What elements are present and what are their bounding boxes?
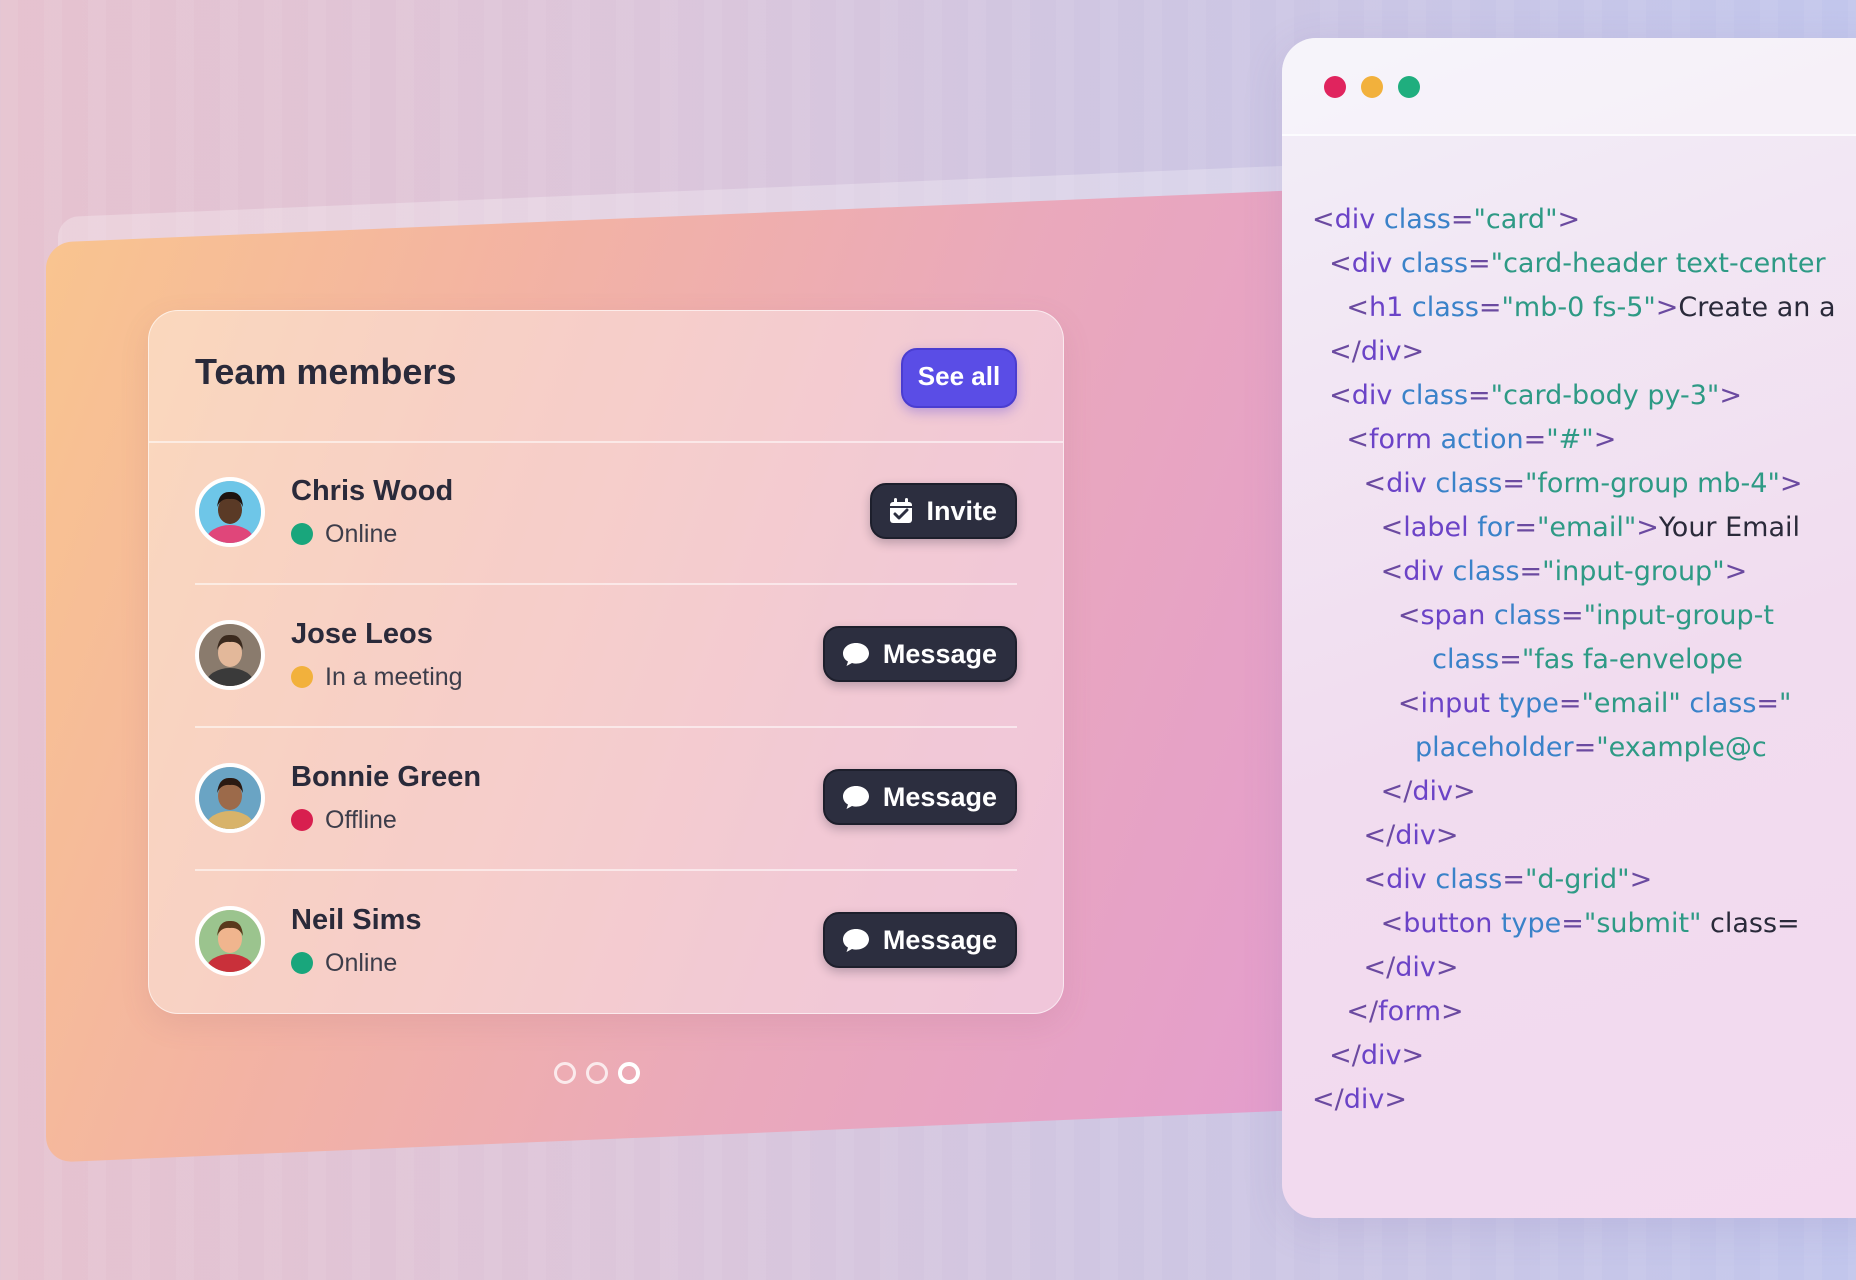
code-line: <button type="submit" class= [1380, 908, 1800, 939]
message-button[interactable]: Message [822, 912, 1017, 968]
code-line: <form action="#"> [1346, 424, 1617, 455]
chat-bubble-icon [841, 783, 871, 811]
code-line: <div class="input-group"> [1380, 556, 1748, 587]
code-line: placeholder="example@c [1415, 732, 1767, 763]
carousel-dot[interactable] [618, 1062, 640, 1084]
member-status: Online [325, 949, 398, 977]
code-line: <div class="card"> [1312, 204, 1581, 235]
button-label: Invite [926, 496, 997, 526]
code-line: class="fas fa-envelope [1432, 644, 1743, 675]
code-line: <div class="d-grid"> [1363, 864, 1653, 895]
status-dot-icon [291, 666, 313, 688]
team-members-card: Team members See all Chris Wood Online Inv… [148, 310, 1064, 1014]
member-status: Online [325, 520, 398, 548]
close-traffic-light[interactable] [1324, 76, 1346, 98]
code-window-titlebar [1282, 38, 1856, 136]
message-button[interactable]: Message [822, 769, 1017, 825]
status-dot-icon [291, 952, 313, 974]
avatar [195, 763, 265, 833]
member-name: Jose Leos [291, 618, 433, 650]
code-line: <label for="email">Your Email [1380, 512, 1801, 543]
carousel-dot[interactable] [586, 1062, 608, 1084]
invite-button[interactable]: Invite [870, 483, 1017, 539]
code-line: </div> [1329, 336, 1425, 367]
member-status: In a meeting [325, 663, 463, 691]
carousel-dot[interactable] [554, 1062, 576, 1084]
minimize-traffic-light[interactable] [1361, 76, 1383, 98]
status-dot-icon [291, 809, 313, 831]
code-line: <div class="card-body py-3"> [1329, 380, 1742, 411]
avatar [195, 906, 265, 976]
card-title: Team members [195, 351, 457, 392]
button-label: Message [882, 925, 997, 955]
button-label: Message [882, 782, 997, 812]
member-status: Offline [325, 806, 397, 834]
avatar [195, 620, 265, 690]
code-window: <div class="card"> <div class="card-head… [1282, 38, 1856, 1218]
code-line: </div> [1312, 1084, 1407, 1115]
maximize-traffic-light[interactable] [1398, 76, 1420, 98]
member-name: Bonnie Green [291, 761, 482, 793]
code-line: </form> [1346, 996, 1464, 1027]
code-line: </div> [1380, 776, 1476, 807]
see-all-button[interactable]: See all [901, 348, 1017, 408]
carousel-indicators [554, 1062, 640, 1084]
member-row: Bonnie Green Offline Message [195, 727, 1017, 871]
code-snippet: <div class="card"> <div class="card-head… [1312, 198, 1836, 1122]
code-line: <span class="input-group-t [1397, 600, 1774, 631]
member-row: Jose Leos In a meeting Message [195, 584, 1017, 728]
code-line: </div> [1329, 1040, 1425, 1071]
card-header: Team members See all [149, 311, 1063, 443]
member-name: Neil Sims [291, 904, 422, 936]
code-line: </div> [1363, 820, 1459, 851]
chat-bubble-icon [841, 640, 871, 668]
button-label: Message [882, 639, 997, 669]
avatar [195, 477, 265, 547]
member-row: Chris Wood Online Invite [195, 441, 1017, 585]
member-row: Neil Sims Online Message [195, 870, 1017, 1012]
status-dot-icon [291, 523, 313, 545]
chat-bubble-icon [841, 926, 871, 954]
code-line: <h1 class="mb-0 fs-5">Create an a [1346, 292, 1836, 323]
code-line: <div class="form-group mb-4"> [1363, 468, 1803, 499]
code-line: <input type="email" class=" [1397, 688, 1792, 719]
code-line: <div class="card-header text-center [1329, 248, 1826, 279]
message-button[interactable]: Message [822, 626, 1017, 682]
code-line: </div> [1363, 952, 1459, 983]
member-name: Chris Wood [291, 475, 454, 507]
calendar-check-icon [888, 497, 914, 525]
